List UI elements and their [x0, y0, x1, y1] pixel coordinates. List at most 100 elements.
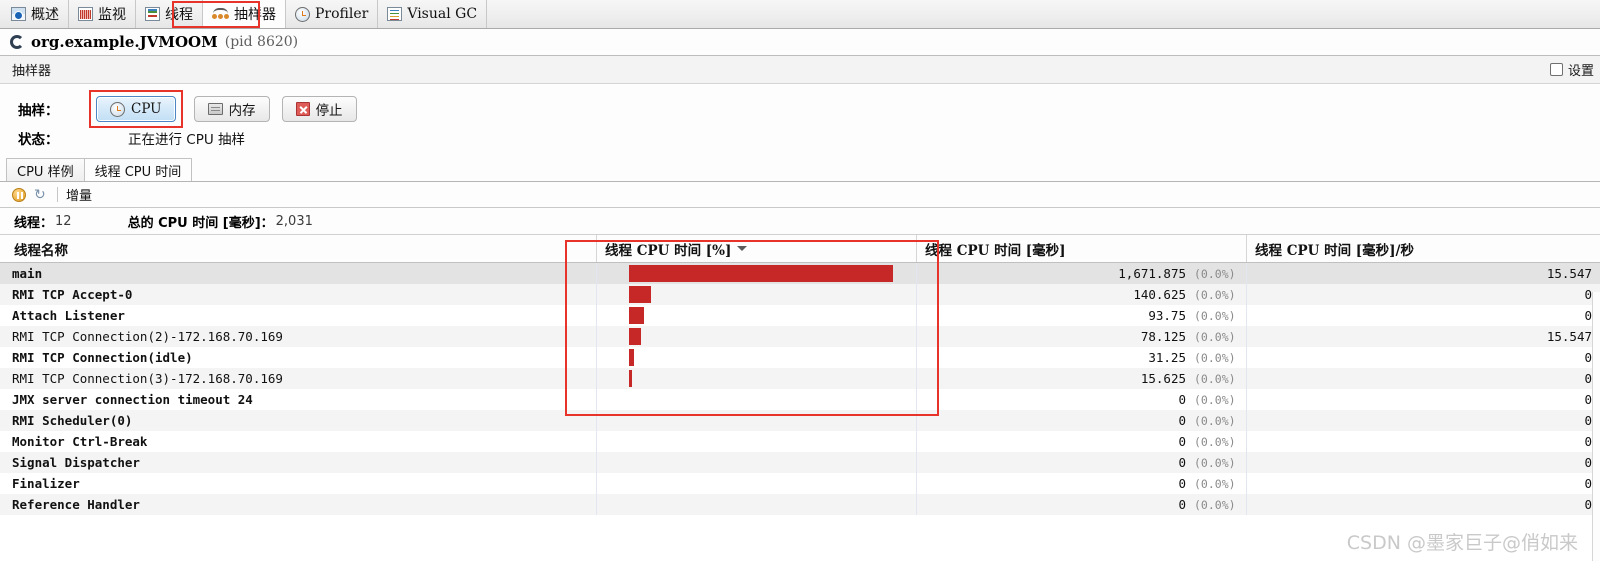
column-header-cpu-percent-label: 线程 CPU 时间 [%]: [605, 242, 732, 259]
process-header: org.example.JVMOOM (pid 8620): [0, 29, 1600, 56]
cpu-sampling-button[interactable]: CPU: [96, 96, 176, 122]
cpu-ms-percent: (0.0%): [1194, 266, 1236, 281]
tab-sampler[interactable]: 抽样器: [203, 0, 286, 28]
cell-cpu-percent-bar: [597, 263, 917, 284]
cpu-ms-percent: (0.0%): [1194, 329, 1236, 344]
sampler-panel-titlebar: 抽样器 设置: [0, 56, 1600, 84]
cpu-ms-percent: (0.0%): [1194, 455, 1236, 470]
cpu-button-wrap: CPU: [89, 90, 183, 128]
table-row[interactable]: Finalizer 0 (0.0%) 0: [0, 473, 1600, 494]
cell-cpu-percent-bar: [597, 431, 917, 452]
process-name: org.example.JVMOOM: [31, 33, 218, 51]
main-tab-bar: 概述 监视 线程 抽样器 Profiler Visual GC: [0, 0, 1600, 29]
table-row[interactable]: main 1,671.875 (0.0%) 15.547: [0, 263, 1600, 284]
cell-cpu-ms-per-sec: 0: [1247, 389, 1600, 410]
cpu-ms-value: 0: [1178, 455, 1186, 470]
column-header-thread-name[interactable]: 线程名称: [0, 235, 597, 262]
cpu-ms-value: 0: [1178, 497, 1186, 512]
column-header-cpu-ms-per-sec-label: 线程 CPU 时间 [毫秒]/秒: [1255, 242, 1414, 259]
tab-threads-label: 线程: [165, 7, 193, 23]
cell-cpu-ms: 140.625 (0.0%): [917, 284, 1247, 305]
tab-thread-cpu-time[interactable]: 线程 CPU 时间: [83, 158, 193, 181]
panel-title: 抽样器: [12, 64, 52, 79]
cell-cpu-ms: 31.25 (0.0%): [917, 347, 1247, 368]
tab-overview[interactable]: 概述: [2, 0, 69, 28]
tab-cpu-samples-label: CPU 样例: [17, 164, 74, 180]
cell-thread-name: Finalizer: [0, 473, 597, 494]
sampler-icon: [212, 7, 229, 21]
memory-sampling-button[interactable]: 内存: [193, 96, 270, 122]
table-row[interactable]: RMI TCP Connection(3)-172.168.70.169 15.6…: [0, 368, 1600, 389]
watermark: CSDN @墨家巨子@俏如来: [1346, 532, 1578, 554]
cpu-ms-value: 78.125: [1140, 329, 1186, 344]
cpu-ms-percent: (0.0%): [1194, 350, 1236, 365]
cpu-ms-percent: (0.0%): [1194, 371, 1236, 386]
cpu-percent-bar: [629, 286, 651, 303]
column-header-cpu-ms-per-sec[interactable]: 线程 CPU 时间 [毫秒]/秒: [1247, 235, 1600, 262]
column-header-cpu-ms[interactable]: 线程 CPU 时间 [毫秒]: [917, 235, 1247, 262]
cpu-ms-value: 31.25: [1148, 350, 1186, 365]
cpu-ms-per-sec-value: 0: [1584, 287, 1592, 302]
total-cpu-time-value: 2,031: [275, 213, 313, 229]
cell-cpu-percent-bar: [597, 284, 917, 305]
thread-name-text: Monitor Ctrl-Break: [12, 434, 148, 449]
tab-threads[interactable]: 线程: [136, 0, 203, 28]
threads-count-label: 线程：: [14, 215, 54, 231]
cell-thread-name: RMI TCP Connection(3)-172.168.70.169: [0, 368, 597, 389]
table-row[interactable]: Reference Handler 0 (0.0%) 0: [0, 494, 1600, 515]
tab-visual-gc[interactable]: Visual GC: [378, 0, 488, 28]
cpu-ms-percent: (0.0%): [1194, 308, 1236, 323]
table-row[interactable]: Monitor Ctrl-Break 0 (0.0%) 0: [0, 431, 1600, 452]
cpu-percent-bar: [629, 307, 644, 324]
thread-name-text: Reference Handler: [12, 497, 140, 512]
monitor-icon: [78, 7, 93, 21]
table-row[interactable]: JMX server connection timeout 24 0 (0.0%) 0: [0, 389, 1600, 410]
settings-toggle[interactable]: 设置: [1549, 60, 1594, 79]
thread-name-text: JMX server connection timeout 24: [12, 392, 253, 407]
summary-row: 线程： 12 总的 CPU 时间 [毫秒]： 2,031: [0, 208, 1600, 235]
cpu-ms-value: 0: [1178, 476, 1186, 491]
table-row[interactable]: RMI TCP Connection(2)-172.168.70.169 78.1…: [0, 326, 1600, 347]
table-row[interactable]: RMI TCP Connection(idle) 31.25 (0.0%) 0: [0, 347, 1600, 368]
cell-thread-name: RMI Scheduler(0): [0, 410, 597, 431]
table-row[interactable]: Attach Listener 93.75 (0.0%) 0: [0, 305, 1600, 326]
process-pid: (pid 8620): [224, 34, 299, 50]
sample-controls-row: 抽样： CPU 内存 停止: [0, 90, 1600, 128]
table-row[interactable]: RMI TCP Accept-0 140.625 (0.0%) 0: [0, 284, 1600, 305]
delta-label[interactable]: 增量: [66, 185, 92, 204]
cell-thread-name: Monitor Ctrl-Break: [0, 431, 597, 452]
cell-cpu-ms-per-sec: 0: [1247, 452, 1600, 473]
cell-cpu-ms-per-sec: 15.547: [1247, 263, 1600, 284]
tab-profiler[interactable]: Profiler: [286, 0, 379, 28]
cell-cpu-ms: 0 (0.0%): [917, 389, 1247, 410]
cpu-percent-bar: [629, 265, 893, 282]
table-header-row: 线程名称 线程 CPU 时间 [%] 线程 CPU 时间 [毫秒] 线程 CPU…: [0, 235, 1600, 263]
cpu-ms-percent: (0.0%): [1194, 413, 1236, 428]
tab-thread-cpu-time-label: 线程 CPU 时间: [94, 164, 182, 180]
cell-cpu-ms: 0 (0.0%): [917, 452, 1247, 473]
thread-name-text: main: [12, 266, 43, 281]
cell-cpu-percent-bar: [597, 305, 917, 326]
tab-monitor[interactable]: 监视: [69, 0, 136, 28]
table-row[interactable]: RMI Scheduler(0) 0 (0.0%) 0: [0, 410, 1600, 431]
cell-cpu-ms-per-sec: 0: [1247, 410, 1600, 431]
results-toolbar: ↻ 增量: [0, 182, 1600, 208]
pause-icon[interactable]: [12, 187, 26, 202]
thread-name-text: RMI TCP Connection(3)-172.168.70.169: [12, 371, 283, 386]
cell-cpu-ms-per-sec: 0: [1247, 347, 1600, 368]
refresh-icon[interactable]: ↻: [34, 188, 49, 202]
table-right-gutter: [1592, 292, 1600, 561]
cpu-ms-percent: (0.0%): [1194, 392, 1236, 407]
settings-checkbox[interactable]: [1549, 63, 1563, 76]
column-header-cpu-percent[interactable]: 线程 CPU 时间 [%]: [597, 235, 917, 262]
total-cpu-time-label: 总的 CPU 时间 [毫秒]：: [127, 215, 274, 231]
tab-cpu-samples[interactable]: CPU 样例: [6, 158, 85, 181]
cpu-ms-per-sec-value: 0: [1584, 455, 1592, 470]
cell-thread-name: Reference Handler: [0, 494, 597, 515]
stop-sampling-button[interactable]: 停止: [281, 96, 357, 122]
thread-name-text: Signal Dispatcher: [12, 455, 140, 470]
settings-label: 设置: [1567, 64, 1594, 79]
toolbar-divider: [57, 187, 58, 202]
table-row[interactable]: Signal Dispatcher 0 (0.0%) 0: [0, 452, 1600, 473]
cell-cpu-ms: 0 (0.0%): [917, 473, 1247, 494]
